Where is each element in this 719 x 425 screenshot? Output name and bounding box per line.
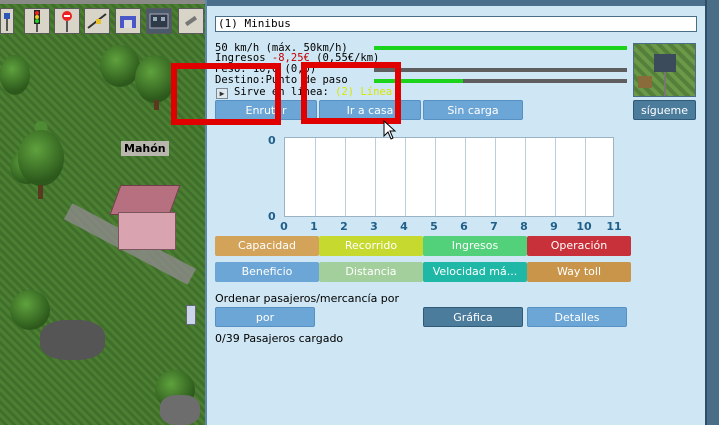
destination-bar (374, 79, 627, 83)
station-icon[interactable] (146, 8, 172, 34)
follow-button[interactable]: sígueme (633, 100, 696, 120)
vehicle-thumbnail[interactable] (633, 43, 696, 97)
history-chart: 00 0 1 2 3 4 5 6 7 8 9 10 11 (268, 134, 629, 234)
chart-toggle-beneficio[interactable]: Beneficio (215, 262, 319, 282)
load-status: 0/39 Pasajeros cargado (215, 332, 344, 345)
traffic-light-icon[interactable] (24, 8, 50, 34)
tree (135, 55, 175, 103)
wrench-icon[interactable] (178, 8, 204, 34)
chart-toggle-velocidad-má[interactable]: Velocidad má... (423, 262, 527, 282)
chart-gridline (555, 138, 556, 216)
chart-toggle-recorrido[interactable]: Recorrido (319, 236, 423, 256)
speed-bar-fill (374, 46, 627, 50)
highlight-box (301, 62, 401, 124)
chart-gridline (345, 138, 346, 216)
chart-x-tick-label: 10 (576, 220, 592, 233)
speed-bar (374, 46, 627, 50)
chart-x-tick-label: 5 (430, 220, 438, 233)
vehicle-window: (1) Minibus 50 km/h (máx. 50km/h) Ingres… (205, 0, 719, 425)
sort-label: Ordenar pasajeros/mercancía por (215, 292, 400, 305)
details-button[interactable]: Detalles (527, 307, 627, 327)
window-border (705, 0, 719, 425)
chart-gridline (435, 138, 436, 216)
chart-gridline (375, 138, 376, 216)
chart-gridline (585, 138, 586, 216)
tree (10, 290, 50, 330)
map-road (0, 0, 205, 4)
chart-x-tick-label: 1 (310, 220, 318, 233)
vehicle-name-input[interactable]: (1) Minibus (215, 16, 697, 32)
chart-gridline (315, 138, 316, 216)
waypoint-icon[interactable] (84, 8, 110, 34)
chart-x-tick-label: 8 (520, 220, 528, 233)
sort-by-button[interactable]: por (215, 307, 315, 327)
road-sign-icon[interactable] (0, 8, 14, 34)
chart-gridline (405, 138, 406, 216)
pond (40, 320, 105, 360)
chart-y-tick-label: 0 (268, 134, 276, 147)
no-entry-sign-icon[interactable] (54, 8, 80, 34)
chart-x-tick-label: 4 (400, 220, 408, 233)
chart-toggle-ingresos[interactable]: Ingresos (423, 236, 527, 256)
lamp-post (186, 305, 196, 325)
window-titlebar[interactable] (207, 0, 719, 6)
house-roof (109, 185, 181, 215)
chart-x-tick-label: 6 (460, 220, 468, 233)
tree (18, 130, 64, 186)
building (160, 395, 200, 425)
chart-x-tick-label: 3 (370, 220, 378, 233)
chart-x-tick-label: 7 (490, 220, 498, 233)
no-load-button[interactable]: Sin carga (423, 100, 523, 120)
chart-x-tick-label: 11 (606, 220, 622, 233)
highlight-box (171, 63, 281, 125)
mouse-cursor-icon (383, 119, 397, 143)
chart-gridline (525, 138, 526, 216)
load-bar (374, 68, 627, 72)
chart-x-tick-label: 0 (280, 220, 288, 233)
tree-trunk (154, 100, 159, 110)
chart-x-tick-label: 9 (550, 220, 558, 233)
graph-button[interactable]: Gráfica (423, 307, 523, 327)
city-label[interactable]: Mahón (121, 141, 169, 156)
chart-toggle-distancia[interactable]: Distancia (319, 262, 423, 282)
tree (100, 45, 140, 87)
tree-trunk (38, 185, 43, 199)
house[interactable] (118, 212, 176, 250)
chart-toggle-capacidad[interactable]: Capacidad (215, 236, 319, 256)
chart-gridline (495, 138, 496, 216)
chart-plot-area (284, 137, 614, 217)
chart-toggle-operación[interactable]: Operación (527, 236, 631, 256)
chart-toggle-way-toll[interactable]: Way toll (527, 262, 631, 282)
chart-gridline (465, 138, 466, 216)
depot-icon[interactable] (115, 8, 141, 34)
chart-x-tick-label: 2 (340, 220, 348, 233)
tree (0, 55, 30, 95)
